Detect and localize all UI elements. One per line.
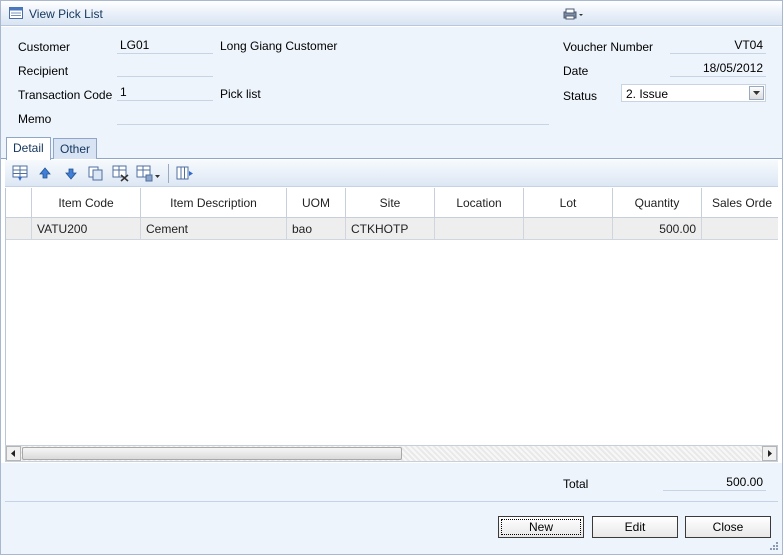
- column-header[interactable]: Sales Orde: [702, 188, 778, 218]
- arrow-right-icon: [768, 450, 772, 457]
- more-rows-dropdown-icon[interactable]: [136, 165, 162, 182]
- footer-divider: [5, 501, 778, 502]
- new-button[interactable]: New: [498, 516, 584, 538]
- memo-field[interactable]: [117, 109, 549, 125]
- grid-horizontal-scrollbar[interactable]: [5, 445, 778, 462]
- recipient-label: Recipient: [18, 64, 69, 78]
- tab-detail[interactable]: Detail: [6, 137, 51, 160]
- footer-panel: Total 500.00 New Edit Close: [1, 463, 782, 554]
- transaction-code-label: Transaction Code: [18, 88, 113, 102]
- close-button[interactable]: Close: [685, 516, 771, 538]
- customer-label: Customer: [18, 40, 71, 54]
- column-header[interactable]: Item Code: [32, 188, 141, 218]
- table-cell-site[interactable]: CTKHOTP: [346, 218, 435, 240]
- status-label: Status: [563, 89, 598, 103]
- column-header[interactable]: Quantity: [613, 188, 702, 218]
- memo-label: Memo: [18, 112, 52, 126]
- title-bar: View Pick List: [1, 1, 782, 26]
- column-header[interactable]: UOM: [287, 188, 346, 218]
- recipient-field[interactable]: [117, 61, 213, 77]
- column-header[interactable]: Lot: [524, 188, 613, 218]
- arrow-left-icon: [11, 450, 15, 457]
- copy-row-icon[interactable]: [87, 165, 105, 182]
- table-cell-lot[interactable]: [524, 218, 613, 240]
- transaction-code-field[interactable]: 1: [117, 85, 213, 101]
- row-indicator[interactable]: [6, 218, 32, 240]
- customer-code-field[interactable]: LG01: [117, 38, 213, 54]
- chevron-down-icon: [753, 91, 760, 95]
- voucher-header-form: Customer LG01 Long Giang Customer Recipi…: [1, 27, 782, 135]
- status-dropdown-button[interactable]: [749, 86, 764, 100]
- total-label: Total: [563, 477, 589, 491]
- toolbar-separator: [168, 164, 169, 183]
- move-down-icon[interactable]: [62, 165, 80, 182]
- table-cell-location[interactable]: [435, 218, 524, 240]
- pick-list-window: View Pick List Customer LG01 Long Giang …: [0, 0, 783, 555]
- scroll-thumb[interactable]: [22, 447, 402, 460]
- voucher-number-field[interactable]: VT04: [670, 38, 766, 54]
- window-title: View Pick List: [29, 7, 103, 21]
- column-chooser-icon[interactable]: [176, 165, 194, 182]
- status-value: 2. Issue: [626, 87, 669, 101]
- table-cell-uom[interactable]: bao: [287, 218, 346, 240]
- column-header[interactable]: Item Description: [141, 188, 287, 218]
- table-cell-quantity[interactable]: 500.00: [613, 218, 702, 240]
- transaction-name: Pick list: [220, 87, 261, 101]
- total-value: 500.00: [663, 475, 766, 491]
- date-label: Date: [563, 64, 589, 78]
- resize-grip-icon[interactable]: [769, 541, 779, 551]
- printer-dropdown-icon[interactable]: [563, 8, 585, 20]
- detail-toolbar: [5, 160, 778, 187]
- move-up-icon[interactable]: [36, 165, 54, 182]
- table-cell-item-description[interactable]: Cement: [141, 218, 287, 240]
- list-window-icon: [9, 7, 23, 19]
- customer-name: Long Giang Customer: [220, 39, 338, 53]
- date-field[interactable]: 18/05/2012: [670, 61, 766, 77]
- insert-row-icon[interactable]: [12, 165, 30, 182]
- column-header[interactable]: Location: [435, 188, 524, 218]
- row-indicator-header: [6, 188, 32, 218]
- edit-button[interactable]: Edit: [592, 516, 678, 538]
- table-cell-sales-order[interactable]: [702, 218, 778, 240]
- status-select[interactable]: 2. Issue: [621, 84, 766, 102]
- delete-row-icon[interactable]: [112, 165, 130, 182]
- scroll-right-button[interactable]: [762, 446, 777, 461]
- scroll-left-button[interactable]: [6, 446, 21, 461]
- table-cell-item-code[interactable]: VATU200: [32, 218, 141, 240]
- tab-strip: Detail Other: [1, 135, 782, 160]
- column-header[interactable]: Site: [346, 188, 435, 218]
- detail-grid: Item Code Item Description UOM Site Loca…: [5, 188, 778, 446]
- tab-other[interactable]: Other: [53, 138, 98, 159]
- voucher-number-label: Voucher Number: [563, 40, 654, 54]
